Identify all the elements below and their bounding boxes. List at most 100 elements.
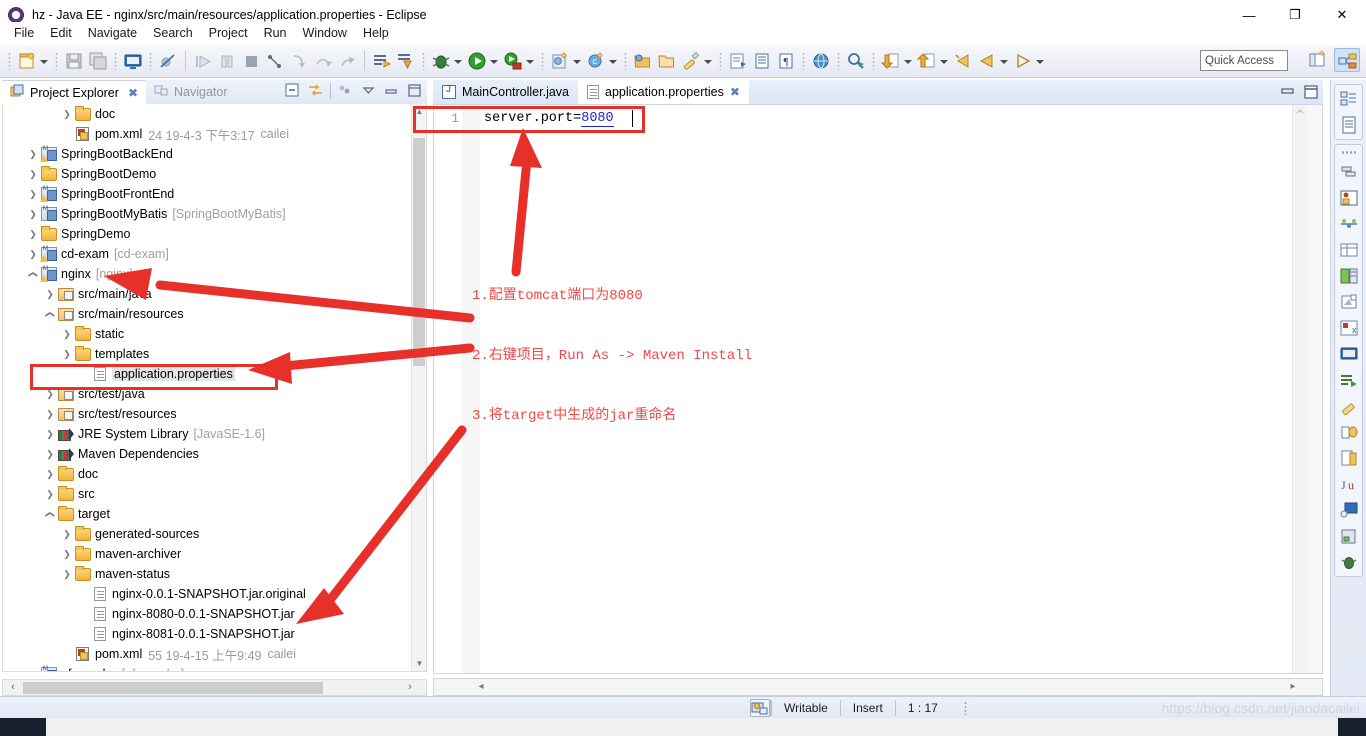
tree-twisty-icon[interactable]: ❯ [60,529,74,540]
history-view-icon[interactable]: x [1338,317,1360,339]
menu-file[interactable]: File [6,24,42,42]
menu-edit[interactable]: Edit [42,24,80,42]
debug-icon[interactable] [430,50,452,72]
tree-twisty-icon[interactable]: ❯ [43,389,57,400]
snippets-view-icon[interactable] [1338,213,1360,235]
tab-project-explorer[interactable]: Project Explorer ✖ [2,80,146,104]
back-dropdown-icon[interactable] [999,50,1009,72]
mark-occurrences-dropdown-icon[interactable] [703,50,713,72]
step-over-icon[interactable] [312,50,334,72]
quick-access-input[interactable]: Quick Access [1200,50,1288,71]
tree-item[interactable]: ❯ cd-exam [cd-exam] [3,244,426,264]
open-folder-icon[interactable] [632,50,654,72]
open-web-browser-icon[interactable] [810,50,832,72]
tree-twisty-icon[interactable]: ❮ [26,269,40,280]
junit-view-icon[interactable]: J u [1338,473,1360,495]
servers-view-icon[interactable] [1338,161,1360,183]
restore-icon[interactable] [1279,83,1296,105]
editor-horizontal-scrollbar[interactable]: ◂ ▸ [433,678,1323,696]
open-package-icon[interactable] [656,50,678,72]
step-return-icon[interactable] [336,50,358,72]
tree-item[interactable]: ❯ Maven Dependencies [3,444,426,464]
database-view-icon[interactable] [1338,525,1360,547]
status-drag-handle-icon[interactable] [963,700,967,715]
scroll-down-icon[interactable]: ▼ [412,656,426,671]
menu-help[interactable]: Help [355,24,397,42]
tree-item[interactable]: ❮ qf-cms-be [qf-cms-be] [3,664,426,671]
external-tools-icon[interactable] [395,50,417,72]
suspend-icon[interactable] [216,50,238,72]
minimize-icon[interactable] [383,82,400,99]
tree-item[interactable]: ❯ doc [3,104,426,124]
scroll-right-icon[interactable]: › [402,680,418,695]
scroll-right-icon[interactable]: ▸ [1286,680,1300,694]
tree-vertical-scrollbar[interactable]: ▲ ▼ [411,104,426,671]
console-view-icon[interactable] [1338,343,1360,365]
tree-twisty-icon[interactable]: ❯ [60,569,74,580]
tree-twisty-icon[interactable]: ❯ [43,289,57,300]
menu-navigate[interactable]: Navigate [80,24,145,42]
tree-twisty-icon[interactable]: ❯ [43,409,57,420]
collapse-all-icon[interactable] [284,82,301,99]
editor-vertical-scrollbar[interactable] [1306,105,1322,673]
last-edit-location-icon[interactable] [952,50,974,72]
tree-item[interactable]: ❯ SpringBootDemo [3,164,426,184]
new-wizard-icon[interactable] [16,50,38,72]
close-icon[interactable]: ✖ [128,86,138,100]
menu-window[interactable]: Window [295,24,355,42]
run-icon[interactable] [466,50,488,72]
properties-view-icon[interactable] [1338,114,1360,136]
view-menu-overflow-icon[interactable] [337,82,354,99]
open-task-icon[interactable] [751,50,773,72]
step-into-icon[interactable] [288,50,310,72]
editor-overview-ruler[interactable] [1292,105,1306,673]
tree-item[interactable]: ❯ SpringBootBackEnd [3,144,426,164]
editor-body[interactable]: 1 server.port=8080 [433,104,1323,674]
run-last-tool-icon[interactable] [371,50,393,72]
tree-twisty-icon[interactable]: ❯ [43,429,57,440]
view-menu-icon[interactable] [360,82,377,99]
tree-item[interactable]: ❯ SpringBootMyBatis [SpringBootMyBatis] [3,204,426,224]
previous-annotation-icon[interactable] [916,50,938,72]
tree-item[interactable]: ❯ maven-archiver [3,544,426,564]
tree-twisty-icon[interactable]: ❯ [60,329,74,340]
markers-view-icon[interactable] [1338,265,1360,287]
tree-twisty-icon[interactable]: ❯ [43,449,57,460]
tree-item[interactable]: pom.xml 24 19-4-3 下午3:17 cailei [3,124,426,144]
tree-item[interactable]: ❮ src/main/resources [3,304,426,324]
outline-view-icon[interactable] [1338,88,1360,110]
next-annotation-icon[interactable] [880,50,902,72]
run-dropdown-icon[interactable] [489,50,499,72]
fold-column[interactable] [462,105,480,673]
tree-twisty-icon[interactable]: ❯ [26,189,40,200]
tree-twisty-icon[interactable]: ❯ [60,109,74,120]
forward-dropdown-icon[interactable] [1035,50,1045,72]
tree-horizontal-scrollbar[interactable]: ‹ › [2,679,427,696]
tree-twisty-icon[interactable]: ❯ [43,469,57,480]
link-with-editor-icon[interactable] [307,82,324,99]
show-whitespace-icon[interactable]: ¶ [775,50,797,72]
tree-item[interactable]: ❯ JRE System Library [JavaSE-1.6] [3,424,426,444]
tree-twisty-icon[interactable]: ❯ [26,249,40,260]
tree-twisty-icon[interactable]: ❯ [26,229,40,240]
data-source-explorer-icon[interactable] [1338,187,1360,209]
menu-search[interactable]: Search [145,24,201,42]
snippets-editor-icon[interactable] [1338,499,1360,521]
tree-item[interactable]: ❯ src/test/resources [3,404,426,424]
open-perspective-icon[interactable] [1305,48,1331,72]
tree-twisty-icon[interactable]: ❯ [26,169,40,180]
tree-item[interactable]: ❯ src [3,484,426,504]
close-icon[interactable]: ✖ [730,85,740,99]
new-wizard-dropdown-icon[interactable] [39,50,49,72]
tree-item[interactable]: ❯ SpringBootFrontEnd [3,184,426,204]
tree-item[interactable]: ❯ generated-sources [3,524,426,544]
scroll-thumb[interactable] [23,682,323,694]
maximize-icon[interactable] [406,82,423,99]
tree-item[interactable]: ❯ static [3,324,426,344]
debug-dropdown-icon[interactable] [453,50,463,72]
scroll-up-icon[interactable]: ▲ [412,104,426,119]
next-annotation-dropdown-icon[interactable] [903,50,913,72]
tree-item[interactable]: application.properties [3,364,426,384]
tree-item[interactable]: nginx-8080-0.0.1-SNAPSHOT.jar [3,604,426,624]
new-class-icon[interactable]: C [585,50,607,72]
